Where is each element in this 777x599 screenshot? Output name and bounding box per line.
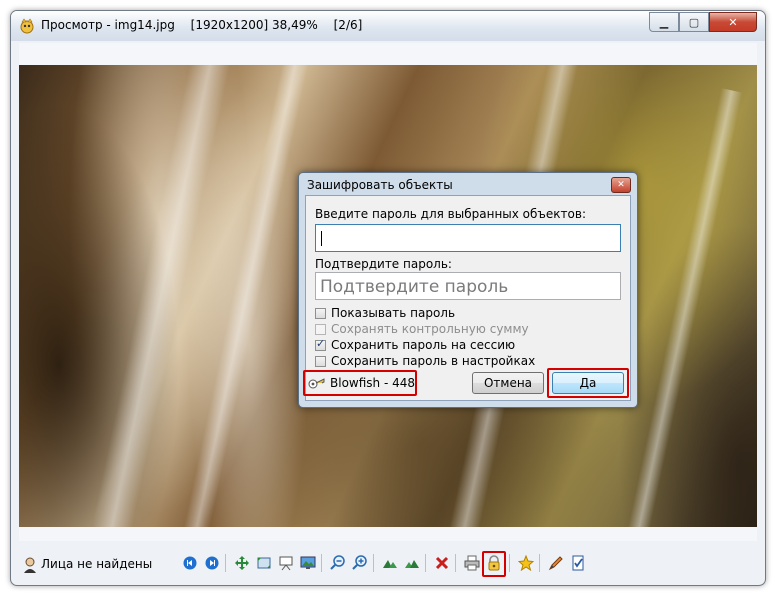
checkbox-label: Сохранить пароль на сессию xyxy=(331,338,516,352)
confirm-placeholder: Подтвердите пароль xyxy=(320,277,509,297)
wallpaper-icon xyxy=(300,556,316,569)
next-icon xyxy=(205,556,219,570)
checkbox-box xyxy=(315,337,326,351)
algorithm-highlight xyxy=(303,370,417,396)
close-button[interactable]: ✕ xyxy=(709,12,757,32)
title-filename: Просмотр - img14.jpg xyxy=(41,18,175,32)
checkbox-box xyxy=(315,355,326,367)
print-button[interactable] xyxy=(463,554,481,572)
rotate-right-icon xyxy=(405,560,419,568)
checkbox-label: Сохранять контрольную сумму xyxy=(331,322,529,336)
next-button[interactable] xyxy=(203,554,221,572)
checkbox-box xyxy=(315,307,326,319)
password-input[interactable] xyxy=(315,224,621,252)
fit-icon xyxy=(235,556,249,570)
dialog-title: Зашифровать объекты xyxy=(307,178,453,192)
prev-button[interactable] xyxy=(181,554,199,572)
favorite-icon xyxy=(518,555,534,571)
wallpaper-button[interactable] xyxy=(299,554,317,572)
edit-button[interactable] xyxy=(547,554,565,572)
window-controls: ▁ ▢ ✕ xyxy=(649,12,757,32)
delete-icon xyxy=(435,556,449,570)
zoom-out-icon xyxy=(330,555,345,570)
save-session-checkbox[interactable]: Сохранить пароль на сессию xyxy=(315,337,516,352)
close-icon: ✕ xyxy=(728,15,738,29)
print-icon xyxy=(464,555,480,571)
ok-highlight xyxy=(547,368,629,398)
confirm-label: Подтвердите пароль: xyxy=(315,257,452,271)
fullsize-icon xyxy=(257,557,271,569)
checkbox-label: Показывать пароль xyxy=(331,306,456,320)
save-checksum-checkbox[interactable]: Сохранять контрольную сумму xyxy=(315,322,529,336)
slideshow-icon xyxy=(279,556,293,571)
maximize-icon: ▢ xyxy=(688,15,700,29)
title-bar[interactable]: Просмотр - img14.jpg [1920x1200] 38,49% … xyxy=(11,11,765,41)
status-bar: Лица не найдены xyxy=(19,551,757,579)
fit-button[interactable] xyxy=(233,554,251,572)
delete-button[interactable] xyxy=(433,554,451,572)
checkbox-box xyxy=(315,323,326,335)
favorite-button[interactable] xyxy=(517,554,535,572)
checkbox-label: Сохранить пароль в настройках xyxy=(331,354,536,368)
properties-icon xyxy=(572,555,584,571)
close-icon: ✕ xyxy=(617,180,625,190)
title-index: [2/6] xyxy=(333,18,363,32)
face-detect-icon xyxy=(24,557,36,573)
show-password-checkbox[interactable]: Показывать пароль xyxy=(315,306,455,320)
cancel-button[interactable]: Отмена xyxy=(472,372,544,394)
minimize-button[interactable]: ▁ xyxy=(649,12,679,32)
save-settings-checkbox[interactable]: Сохранить пароль в настройках xyxy=(315,354,535,368)
encrypt-highlight xyxy=(482,551,506,577)
rotate-left-icon xyxy=(383,560,397,568)
maximize-button[interactable]: ▢ xyxy=(679,12,709,32)
zoom-in-button[interactable] xyxy=(351,554,369,572)
app-icon xyxy=(20,18,34,34)
status-text: Лица не найдены xyxy=(41,557,153,571)
title-resolution: [1920x1200] 38,49% xyxy=(190,18,318,32)
fullsize-button[interactable] xyxy=(255,554,273,572)
rotate-left-button[interactable] xyxy=(381,554,399,572)
confirm-password-input[interactable]: Подтвердите пароль xyxy=(315,272,621,300)
properties-button[interactable] xyxy=(569,554,587,572)
minimize-icon: ▁ xyxy=(659,15,669,29)
rotate-right-button[interactable] xyxy=(403,554,421,572)
password-label: Введите пароль для выбранных объектов: xyxy=(315,207,586,221)
window-title: Просмотр - img14.jpg [1920x1200] 38,49% … xyxy=(41,18,374,32)
edit-icon xyxy=(548,556,563,571)
dialog-close-button[interactable]: ✕ xyxy=(611,177,631,193)
slideshow-button[interactable] xyxy=(277,554,295,572)
zoom-out-button[interactable] xyxy=(329,554,347,572)
zoom-in-icon xyxy=(352,555,367,570)
text-caret xyxy=(321,231,322,246)
prev-icon xyxy=(183,556,197,570)
